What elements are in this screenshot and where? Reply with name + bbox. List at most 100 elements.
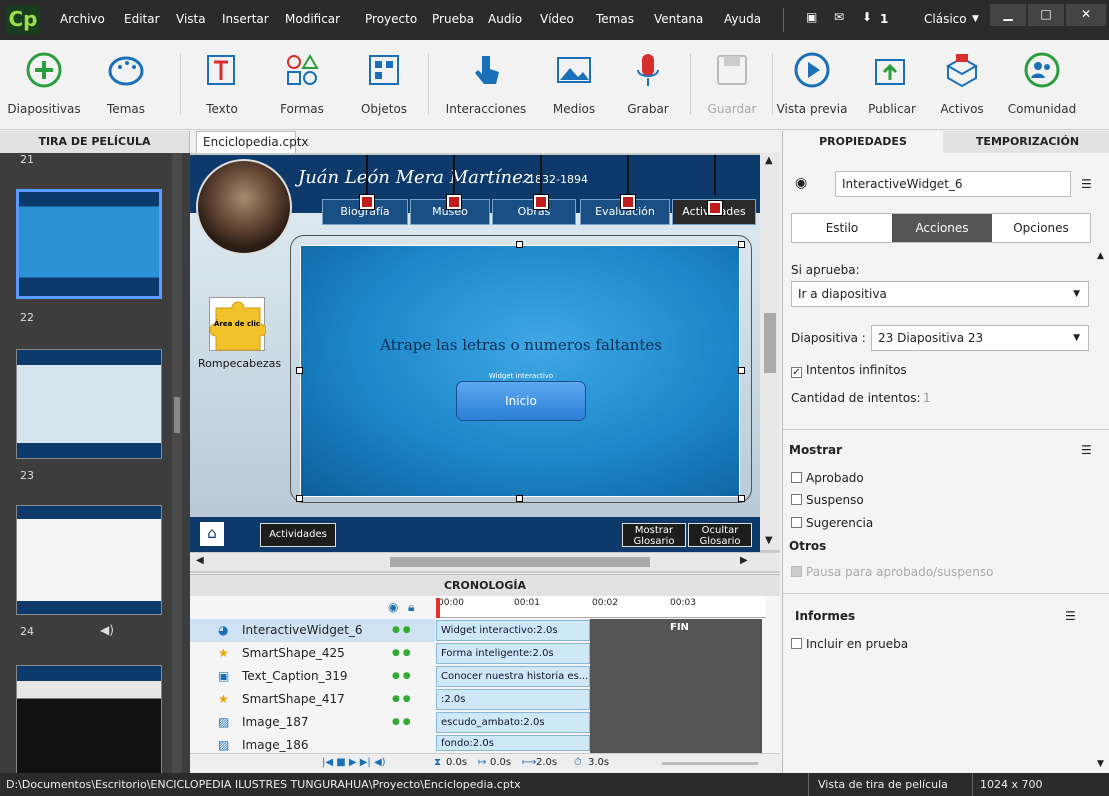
object-marker[interactable] xyxy=(708,201,722,215)
media-button[interactable]: Medios xyxy=(546,48,602,116)
visibility-dot[interactable]: ● ● xyxy=(392,711,411,734)
failed-checkbox[interactable]: Suspenso xyxy=(791,493,864,507)
playback-controls[interactable]: |◀ ■ ▶ ▶| ◀) xyxy=(322,754,386,772)
portrait-image[interactable] xyxy=(196,159,292,255)
chat-icon[interactable]: ▣ xyxy=(806,10,817,24)
assets-button[interactable]: Activos xyxy=(932,48,992,116)
timeline-bar[interactable]: Forma inteligente:2.0s xyxy=(436,643,590,664)
visibility-dot[interactable]: ● ● xyxy=(392,619,411,642)
resize-handle[interactable] xyxy=(738,495,745,502)
resize-handle[interactable] xyxy=(738,367,745,374)
resize-handle[interactable] xyxy=(516,495,523,502)
menu-insertar[interactable]: Insertar xyxy=(222,12,269,26)
activities-button[interactable]: Actividades xyxy=(260,523,336,547)
menu-temas[interactable]: Temas xyxy=(596,12,634,26)
filmstrip-scrollbar[interactable] xyxy=(172,153,182,773)
menu-prueba[interactable]: Prueba xyxy=(432,12,474,26)
show-glossary-button[interactable]: Mostrar Glosario xyxy=(622,523,686,547)
object-marker[interactable] xyxy=(360,195,374,209)
close-window-button[interactable]: ✕ xyxy=(1066,4,1106,26)
scroll-thumb[interactable] xyxy=(764,313,776,373)
object-marker[interactable] xyxy=(447,195,461,209)
zoom-slider[interactable] xyxy=(662,762,758,765)
resize-handle[interactable] xyxy=(516,241,523,248)
workspace-dropdown[interactable]: Clásico xyxy=(924,12,967,26)
save-button[interactable]: Guardar xyxy=(702,48,762,116)
scroll-up-icon[interactable]: ▲ xyxy=(1097,251,1104,261)
attempts-value[interactable]: 1 xyxy=(923,391,931,405)
community-button[interactable]: Comunidad xyxy=(1002,48,1082,116)
timeline-row[interactable]: ▨ Image_186 xyxy=(190,734,435,752)
record-button[interactable]: Grabar xyxy=(620,48,676,116)
scroll-right-icon[interactable]: ▶ xyxy=(740,555,748,566)
objects-button[interactable]: Objetos xyxy=(354,48,414,116)
interactions-button[interactable]: Interacciones xyxy=(444,48,528,116)
timeline-bar[interactable]: escudo_ambato:2.0s xyxy=(436,712,590,733)
slide-thumbnail-22[interactable] xyxy=(16,349,162,459)
timeline-row[interactable]: ★ SmartShape_417 ● ● xyxy=(190,688,435,711)
tab-properties[interactable]: PROPIEDADES xyxy=(783,131,943,153)
object-marker[interactable] xyxy=(534,195,548,209)
stage-horizontal-scrollbar[interactable]: ◀ ▶ xyxy=(190,553,780,571)
eye-icon[interactable]: ◉ xyxy=(388,600,398,614)
scroll-up-icon[interactable]: ▲ xyxy=(765,155,773,166)
passed-checkbox[interactable]: Aprobado xyxy=(791,471,864,485)
timeline-bar[interactable]: :2.0s xyxy=(436,689,590,710)
menu-ayuda[interactable]: Ayuda xyxy=(724,12,761,26)
menu-audio[interactable]: Audio xyxy=(488,12,522,26)
menu-vista[interactable]: Vista xyxy=(176,12,206,26)
puzzle-click-area[interactable]: Área de clic xyxy=(209,297,267,351)
subtab-style[interactable]: Estilo xyxy=(792,214,892,242)
slides-button[interactable]: Diapositivas xyxy=(4,48,84,116)
scroll-left-icon[interactable]: ◀ xyxy=(196,555,204,566)
playhead[interactable] xyxy=(436,598,440,618)
resize-handle[interactable] xyxy=(296,367,303,374)
menu-archivo[interactable]: Archivo xyxy=(60,12,105,26)
scroll-down-icon[interactable]: ▼ xyxy=(765,535,773,546)
timeline-bar[interactable]: Conocer nuestra historia es... xyxy=(436,666,590,687)
object-name-field[interactable]: InteractiveWidget_6 xyxy=(835,171,1071,197)
slide-thumbnail-24[interactable] xyxy=(16,665,162,773)
text-button[interactable]: Texto xyxy=(194,48,250,116)
maximize-button[interactable]: □ xyxy=(1028,4,1064,26)
publish-button[interactable]: Publicar xyxy=(862,48,922,116)
subtab-options[interactable]: Opciones xyxy=(992,214,1090,242)
download-icon[interactable]: ⬇ xyxy=(862,10,872,24)
hide-glossary-button[interactable]: Ocultar Glosario xyxy=(688,523,752,547)
timeline-row[interactable]: ★ SmartShape_425 ● ● xyxy=(190,642,435,665)
lock-icon[interactable]: 🔒︎ xyxy=(408,600,414,615)
resize-handle[interactable] xyxy=(738,241,745,248)
visibility-dot[interactable]: ● ● xyxy=(392,642,411,665)
timeline-ruler[interactable]: 00:00 00:01 00:02 00:03 xyxy=(436,596,766,618)
chevron-down-icon[interactable]: ▼ xyxy=(972,14,979,24)
resize-handle[interactable] xyxy=(296,495,303,502)
object-marker[interactable] xyxy=(621,195,635,209)
preview-button[interactable]: Vista previa xyxy=(776,48,848,116)
menu-editar[interactable]: Editar xyxy=(124,12,160,26)
slide-dropdown[interactable]: 23 Diapositiva 23 ▼ xyxy=(871,325,1089,351)
menu-modificar[interactable]: Modificar xyxy=(285,12,340,26)
interactive-widget[interactable]: Atrape las letras o numeros faltantes Wi… xyxy=(300,245,740,497)
panel-menu-icon[interactable]: ☰ xyxy=(1065,609,1076,623)
panel-menu-icon[interactable]: ☰ xyxy=(1081,177,1092,191)
start-button[interactable]: Inicio xyxy=(456,381,586,421)
visibility-eye-icon[interactable]: ◉ xyxy=(795,175,807,191)
visibility-dot[interactable]: ● ● xyxy=(392,665,411,688)
timeline-row[interactable]: ▨ Image_187 ● ● xyxy=(190,711,435,734)
pause-checkbox[interactable]: Pausa para aprobado/suspenso xyxy=(791,565,993,579)
document-tab[interactable]: Enciclopedia.cptx × xyxy=(196,131,309,169)
panel-menu-icon[interactable]: ☰ xyxy=(1081,443,1092,457)
stage-vertical-scrollbar[interactable]: ▲ ▼ xyxy=(760,153,780,550)
visibility-dot[interactable]: ● ● xyxy=(392,688,411,711)
timeline-row[interactable]: ◕ InteractiveWidget_6 ● ● xyxy=(190,619,435,642)
timeline-bar[interactable]: Widget interactivo:2.0s xyxy=(436,620,590,641)
mail-icon[interactable]: ✉ xyxy=(834,10,844,24)
home-icon[interactable]: ⌂ xyxy=(200,522,224,546)
slide-thumbnail-23[interactable] xyxy=(16,505,162,615)
on-success-dropdown[interactable]: Ir a diapositiva ▼ xyxy=(791,281,1089,307)
timeline-bar[interactable]: fondo:2.0s xyxy=(436,735,590,751)
timeline-row[interactable]: ▣ Text_Caption_319 ● ● xyxy=(190,665,435,688)
subtab-actions[interactable]: Acciones xyxy=(892,214,992,242)
scroll-thumb[interactable] xyxy=(390,557,650,567)
menu-proyecto[interactable]: Proyecto xyxy=(365,12,417,26)
